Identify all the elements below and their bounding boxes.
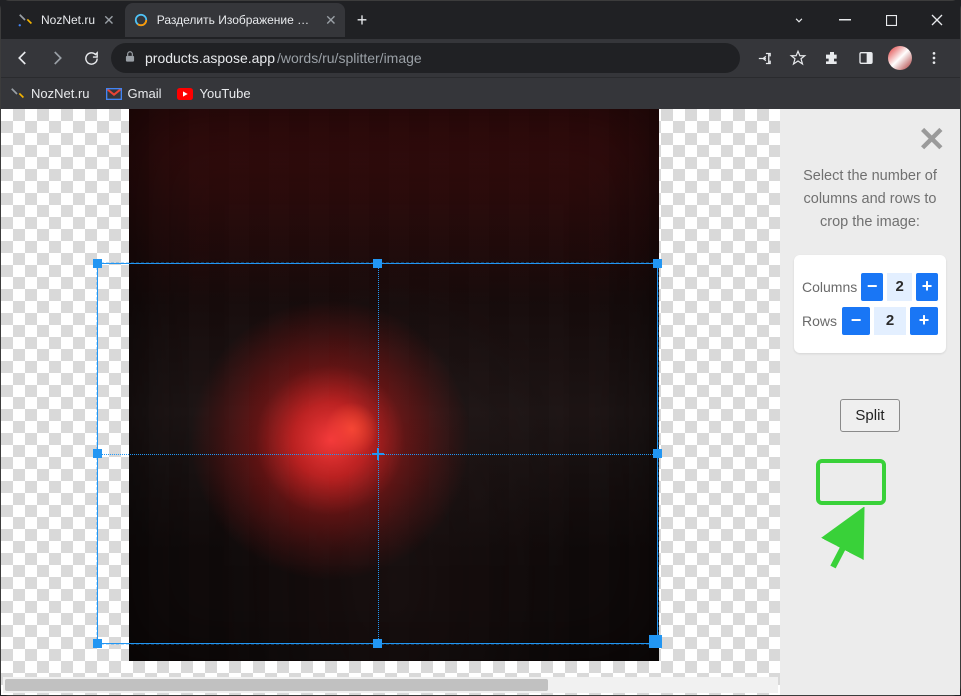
browser-tab-2[interactable]: Разделить Изображение На Час ✕: [125, 3, 345, 37]
close-icon[interactable]: ✕: [103, 12, 115, 29]
close-window-button[interactable]: [914, 1, 960, 39]
reload-button[interactable]: [77, 44, 105, 72]
maximize-button[interactable]: [868, 1, 914, 39]
gmail-icon: [106, 86, 122, 102]
profile-avatar[interactable]: [886, 44, 914, 72]
browser-tab-1[interactable]: NozNet.ru ✕: [9, 3, 123, 37]
address-bar: products.aspose.app/words/ru/splitter/im…: [1, 39, 960, 77]
wrench-icon: [17, 12, 33, 28]
scrollbar-thumb[interactable]: [5, 679, 548, 691]
bookmark-label: Gmail: [128, 86, 162, 101]
menu-icon[interactable]: [920, 44, 948, 72]
rows-value: 2: [874, 307, 906, 335]
wrench-icon: [9, 86, 25, 102]
uploaded-image: [129, 109, 659, 661]
split-button[interactable]: Split: [840, 399, 899, 432]
columns-plus-button[interactable]: +: [916, 273, 938, 301]
window-controls: [776, 1, 960, 39]
bookmark-youtube[interactable]: YouTube: [177, 86, 250, 102]
chevron-down-icon[interactable]: [776, 1, 822, 39]
sidepanel-icon[interactable]: [852, 44, 880, 72]
aspose-icon: [133, 12, 149, 28]
tab-label: NozNet.ru: [41, 13, 95, 27]
image-canvas[interactable]: [1, 109, 780, 695]
rows-minus-button[interactable]: −: [842, 307, 870, 335]
extensions-icon[interactable]: [818, 44, 846, 72]
columns-value: 2: [887, 273, 912, 301]
bookmark-label: NozNet.ru: [31, 86, 90, 101]
columns-label: Columns: [802, 279, 857, 295]
rows-label: Rows: [802, 313, 838, 329]
bookmark-noznet[interactable]: NozNet.ru: [9, 86, 90, 102]
close-icon[interactable]: ✕: [325, 12, 337, 29]
share-icon[interactable]: [750, 44, 778, 72]
window-titlebar: NozNet.ru ✕ Разделить Изображение На Час…: [1, 1, 960, 39]
bookmarks-bar: NozNet.ru Gmail YouTube: [1, 77, 960, 109]
star-icon[interactable]: [784, 44, 812, 72]
crop-handle[interactable]: [93, 259, 102, 268]
new-tab-button[interactable]: +: [357, 10, 368, 31]
settings-panel: ✕ Select the number of columns and rows …: [780, 109, 960, 695]
youtube-icon: [177, 86, 193, 102]
page-viewport: ✕ Select the number of columns and rows …: [1, 109, 960, 695]
rows-plus-button[interactable]: +: [910, 307, 938, 335]
url-host: products.aspose.app: [145, 50, 275, 66]
forward-button[interactable]: [43, 44, 71, 72]
grid-controls: Columns − 2 + Rows − 2 +: [794, 255, 946, 353]
bookmark-gmail[interactable]: Gmail: [106, 86, 162, 102]
url-path: /words/ru/splitter/image: [277, 50, 422, 66]
panel-instructions: Select the number of columns and rows to…: [794, 165, 946, 235]
tab-label: Разделить Изображение На Час: [157, 13, 317, 27]
lock-icon: [123, 50, 137, 67]
crop-handle[interactable]: [93, 639, 102, 648]
bookmark-label: YouTube: [199, 86, 250, 101]
crop-handle[interactable]: [93, 449, 102, 458]
back-button[interactable]: [9, 44, 37, 72]
columns-minus-button[interactable]: −: [861, 273, 883, 301]
url-input[interactable]: products.aspose.app/words/ru/splitter/im…: [111, 43, 740, 73]
horizontal-scrollbar[interactable]: [3, 677, 778, 693]
minimize-button[interactable]: [822, 1, 868, 39]
close-panel-button[interactable]: ✕: [918, 123, 947, 157]
